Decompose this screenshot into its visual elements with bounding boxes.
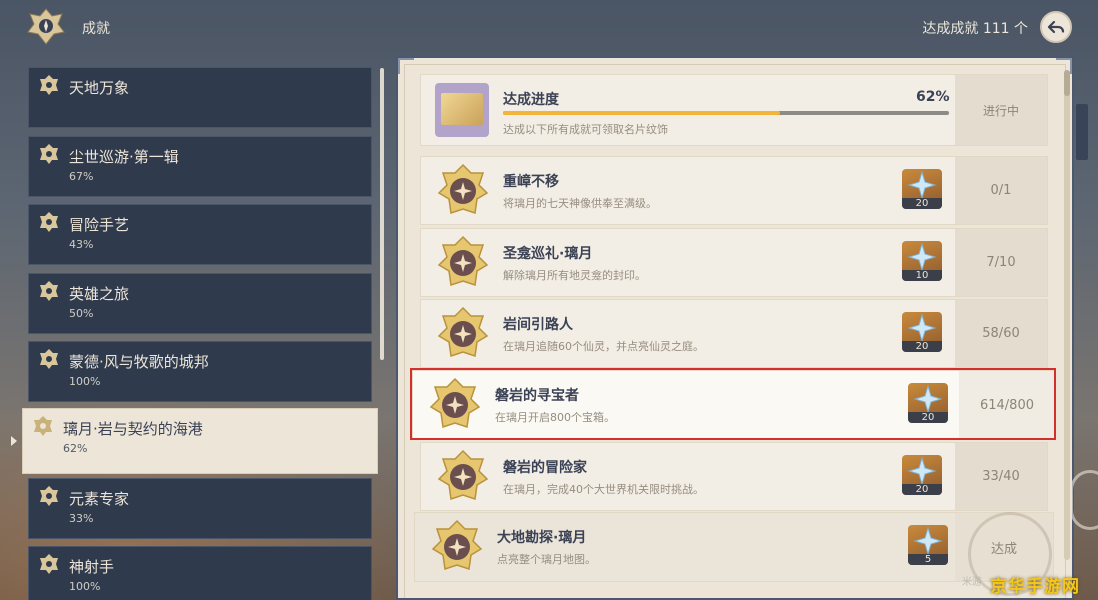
primogem-icon (907, 242, 937, 272)
category-name: 英雄之旅 (69, 285, 130, 303)
back-button[interactable] (1040, 11, 1072, 43)
category-name: 璃月·岩与契约的海港 (63, 420, 203, 438)
category-badge-icon (40, 144, 58, 164)
progress-bar-fill (503, 111, 780, 115)
panel-corner (398, 58, 414, 74)
reward-amount: 10 (902, 270, 942, 281)
achievement-desc: 将璃月的七天神像供奉至满级。 (503, 197, 657, 210)
category-badge-icon (40, 212, 58, 232)
achievement-progress: 58/60 (955, 300, 1047, 367)
reward-badge: 20 (902, 455, 942, 495)
watermark-brand: 京华手游网 (990, 577, 1080, 597)
geo-medal-icon (437, 235, 489, 286)
achievement-title: 大地勘探·璃月 (497, 530, 587, 546)
geo-medal-icon (437, 163, 489, 214)
category-name: 元素专家 (69, 490, 130, 508)
category-badge-icon (40, 75, 58, 95)
achievement-title: 岩间引路人 (503, 317, 573, 333)
sidebar-scrollbar[interactable] (380, 68, 384, 360)
reward-amount: 20 (902, 341, 942, 352)
category-item[interactable]: 蒙德·风与牧歌的城邦 100% (28, 341, 372, 402)
geo-medal-icon (431, 519, 483, 570)
category-item-selected[interactable]: 璃月·岩与契约的海港 62% (22, 408, 378, 474)
category-percent: 100% (69, 580, 101, 593)
category-badge-icon (40, 486, 58, 506)
category-name: 天地万象 (69, 79, 130, 97)
category-item[interactable]: 神射手 100% (28, 546, 372, 600)
progress-row[interactable]: 达成进度 62% 达成以下所有成就可领取名片纹饰 进行中 (420, 74, 1048, 146)
reward-amount: 20 (902, 484, 942, 495)
category-item[interactable]: 英雄之旅 50% (28, 273, 372, 334)
geo-medal-icon (437, 449, 489, 500)
achievement-title: 重嶂不移 (503, 174, 559, 190)
achievement-title: 圣龛巡礼·璃月 (503, 246, 593, 262)
selection-arrow-icon (11, 436, 17, 446)
achievement-desc: 在璃月，完成40个大世界机关限时挑战。 (503, 483, 704, 496)
category-sidebar: 天地万象 尘世巡游·第一辑 67% 冒险手艺 43% 英雄之旅 50% 蒙德·风… (0, 66, 380, 600)
category-percent: 33% (69, 512, 94, 525)
reward-badge: 20 (902, 169, 942, 209)
category-percent: 100% (69, 375, 101, 388)
category-percent: 43% (69, 238, 94, 251)
highlight-frame (410, 368, 1056, 440)
achievement-row[interactable]: 大地勘探·璃月 点亮整个璃月地图。 5 达成 (414, 512, 1054, 582)
reward-amount: 5 (908, 554, 948, 565)
category-item[interactable]: 元素专家 33% (28, 478, 372, 539)
geo-medal-icon (437, 306, 489, 357)
category-name: 神射手 (69, 558, 115, 576)
achievement-title: 磐岩的冒险家 (503, 460, 587, 476)
progress-title: 达成进度 (503, 92, 559, 108)
progress-state: 进行中 (955, 75, 1047, 145)
achievement-desc: 解除璃月所有地灵龛的封印。 (503, 269, 646, 282)
watermark-mark: 米游 (962, 577, 982, 588)
achievement-row[interactable]: 重嶂不移 将璃月的七天神像供奉至满级。 20 0/1 (420, 156, 1048, 225)
reward-amount: 20 (902, 198, 942, 209)
reward-badge: 5 (908, 525, 948, 565)
side-handle[interactable] (1076, 104, 1088, 160)
page-title: 成就 (82, 21, 110, 37)
panel-scrollbar[interactable] (1064, 70, 1070, 560)
achievement-progress: 7/10 (955, 229, 1047, 296)
category-name: 冒险手艺 (69, 216, 130, 234)
achievement-desc: 在璃月追随60个仙灵，并点亮仙灵之庭。 (503, 340, 704, 353)
category-name: 尘世巡游·第一辑 (69, 148, 179, 166)
achievement-progress: 33/40 (955, 443, 1047, 510)
achievement-desc: 点亮整个璃月地图。 (497, 553, 596, 566)
category-percent: 67% (69, 170, 94, 183)
category-item[interactable]: 冒险手艺 43% (28, 204, 372, 265)
achievement-row[interactable]: 岩间引路人 在璃月追随60个仙灵，并点亮仙灵之庭。 20 58/60 (420, 299, 1048, 368)
primogem-icon (907, 170, 937, 200)
primogem-icon (907, 456, 937, 486)
namecard-thumbnail (435, 83, 489, 137)
primogem-icon (913, 526, 943, 556)
primogem-icon (907, 313, 937, 343)
achievement-count: 达成成就 111 个 (922, 21, 1028, 37)
decorative-ring (1070, 470, 1098, 530)
category-badge-icon (40, 281, 58, 301)
achievement-row[interactable]: 磐岩的冒险家 在璃月，完成40个大世界机关限时挑战。 20 33/40 (420, 442, 1048, 511)
panel-scrollbar-thumb[interactable] (1064, 70, 1070, 96)
category-name: 蒙德·风与牧歌的城邦 (69, 353, 209, 371)
category-item[interactable]: 尘世巡游·第一辑 67% (28, 136, 372, 197)
category-percent: 62% (63, 442, 88, 455)
category-badge-icon (40, 349, 58, 369)
achievement-progress: 0/1 (955, 157, 1047, 224)
back-arrow-icon (1047, 20, 1065, 34)
reward-badge: 10 (902, 241, 942, 281)
category-percent: 50% (69, 307, 94, 320)
category-item[interactable]: 天地万象 (28, 67, 372, 128)
progress-description: 达成以下所有成就可领取名片纹饰 (503, 123, 668, 136)
achievement-row[interactable]: 圣龛巡礼·璃月 解除璃月所有地灵龛的封印。 10 7/10 (420, 228, 1048, 297)
achievement-emblem-icon (27, 8, 65, 45)
category-badge-icon (40, 554, 58, 574)
category-badge-icon (34, 416, 52, 436)
reward-badge: 20 (902, 312, 942, 352)
progress-percent: 62% (916, 89, 950, 105)
progress-bar (503, 111, 949, 115)
